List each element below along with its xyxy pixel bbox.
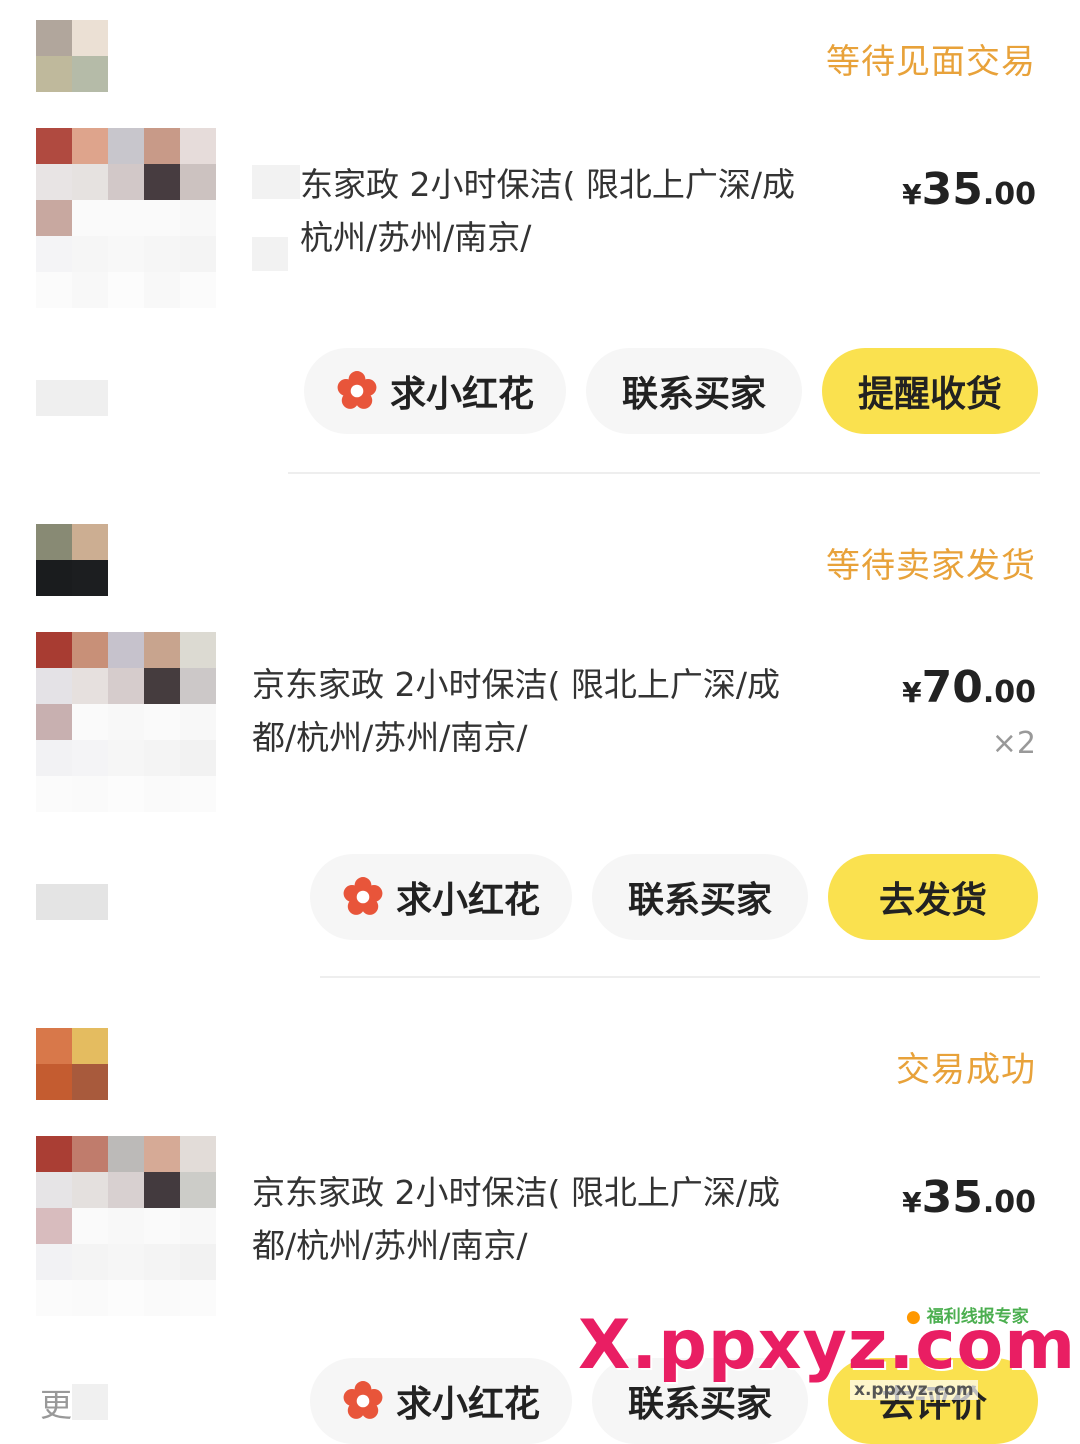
price-decimal: .00 [982,177,1036,212]
product-thumbnail[interactable] [36,632,216,812]
avatar[interactable] [36,20,108,92]
order-status: 等待卖家发货 [826,546,1036,586]
product-title-line: 东家政 2小时保洁( 限北上广深/成 [300,165,795,204]
watermark-url: x.ppxyz.com [850,1380,978,1400]
more-label[interactable]: 更 [40,1380,72,1426]
blurred-label [36,380,108,416]
product-thumbnail[interactable] [36,128,216,308]
price: ¥70.00 [902,662,1036,713]
ship-goods-button[interactable]: 去发货 [828,854,1038,940]
product-title[interactable]: 东家政 2小时保洁( 限北上广深/成 杭州/苏州/南京/ [300,158,860,264]
price: ¥35.00 [902,1172,1036,1223]
product-title-line: 杭州/苏州/南京/ [300,218,532,257]
product-title-line: 京东家政 2小时保洁( 限北上广深/成 [252,1173,780,1212]
price-integer: 70 [921,662,983,713]
watermark-brand: X.ppxyz.com [578,1306,1077,1385]
contact-buyer-button[interactable]: 联系买家 [586,348,802,434]
blurred-label [72,1384,108,1420]
price-currency: ¥ [902,676,922,709]
blurred-label [36,884,108,920]
product-title[interactable]: 京东家政 2小时保洁( 限北上广深/成 都/杭州/苏州/南京/ [252,1166,852,1272]
button-label: 求小红花 [395,1384,540,1425]
product-title-line: 京东家政 2小时保洁( 限北上广深/成 [252,665,780,704]
price-decimal: .00 [982,675,1036,710]
remind-receipt-button[interactable]: 提醒收货 [822,348,1038,434]
product-title[interactable]: 京东家政 2小时保洁( 限北上广深/成 都/杭州/苏州/南京/ [252,658,852,764]
order-status: 交易成功 [896,1050,1036,1090]
flower-icon [343,877,383,915]
flower-request-button[interactable]: 求小红花 [304,348,566,434]
divider [320,976,1040,978]
product-thumbnail[interactable] [36,1136,216,1316]
flower-request-button[interactable]: 求小红花 [310,1358,572,1444]
price-decimal: .00 [982,1185,1036,1220]
price: ¥35.00 [902,164,1036,215]
divider [288,472,1040,474]
contact-buyer-button[interactable]: 联系买家 [592,854,808,940]
product-title-line: 都/杭州/苏州/南京/ [252,1226,528,1265]
flower-icon [337,371,377,409]
order-status: 等待见面交易 [826,42,1036,82]
flower-icon [343,1381,383,1419]
price-integer: 35 [921,164,983,215]
price-currency: ¥ [902,1186,922,1219]
button-label: 求小红花 [389,374,534,415]
price-currency: ¥ [902,178,922,211]
blurred-text [252,237,288,271]
button-label: 求小红花 [395,880,540,921]
avatar[interactable] [36,1028,108,1100]
blurred-text [252,165,300,199]
avatar[interactable] [36,524,108,596]
price-integer: 35 [921,1172,983,1223]
flower-request-button[interactable]: 求小红花 [310,854,572,940]
product-title-line: 都/杭州/苏州/南京/ [252,718,528,757]
quantity: ×2 [991,726,1036,761]
